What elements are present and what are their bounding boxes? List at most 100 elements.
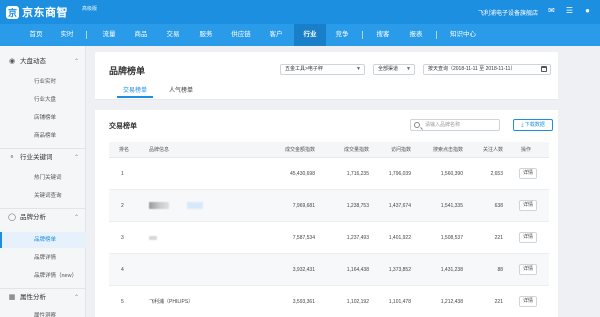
date-range-picker[interactable]: 按天查询（2018-11-11 至 2018-11-11） (423, 64, 551, 75)
detail-button[interactable]: 详情 (519, 264, 537, 275)
nav-item-search-customer[interactable]: 搜客 (366, 24, 400, 46)
col-search-clicks[interactable]: 搜索点击指数 (411, 142, 463, 158)
cell-followers: 221 (494, 299, 503, 305)
sidebar-item-store-ranking[interactable]: 店铺榜单 (0, 110, 86, 126)
cell-quantity: 1,238,753 (346, 203, 369, 209)
cell-amount: 3,593,361 (292, 299, 315, 305)
detail-button[interactable]: 详情 (519, 296, 537, 307)
cell-amount: 7,587,534 (292, 235, 315, 241)
nav-item-knowledge-center[interactable]: 知识中心 (440, 24, 486, 46)
category-select[interactable]: 五金工具>电子秤 ▼ (280, 64, 365, 75)
cell-rank: 3 (121, 235, 124, 241)
nav-divider (86, 31, 87, 39)
nav-item-supply-chain[interactable]: 供应链 (222, 24, 260, 46)
cell-visits: 1,437,674 (388, 203, 411, 209)
cell-visits: 1,101,478 (388, 299, 411, 305)
edition-badge: 高级版 (82, 6, 98, 12)
col-visits[interactable]: 访问指数 (369, 142, 411, 158)
sidebar-divider (0, 288, 86, 289)
cell-quantity: 1,164,438 (346, 267, 369, 273)
top-header: 京 京东商智 高级版 飞利浦电子设备旗舰店 ✉ ☰ ● (0, 0, 600, 24)
search-placeholder: 请输入品牌名称 (425, 122, 461, 128)
cell-amount: 7,969,681 (292, 203, 315, 209)
detail-button[interactable]: 详情 (519, 168, 537, 179)
nav-item-service[interactable]: 服务 (190, 24, 222, 46)
cell-rank: 4 (121, 267, 124, 273)
brand-name-redacted (187, 202, 203, 209)
col-brand: 品牌信息 (149, 147, 170, 153)
transaction-ranking-panel: 交易榜单 请输入品牌名称 ⤓ 下载数据 排名 品牌信息 成交金额指数 成交量指数… (95, 110, 558, 317)
sidebar-item-industry-realtime[interactable]: 行业实时 (0, 74, 86, 90)
tab-transaction-ranking[interactable]: 交易榜单 (117, 84, 153, 98)
sidebar-item-brand-detail[interactable]: 品牌详情 (0, 250, 86, 266)
sidebar-item-product-ranking[interactable]: 商品榜单 (0, 128, 86, 144)
sidebar-group-attribute[interactable]: ▦ 属性分析 ⌃ (8, 292, 79, 304)
nav-item-home[interactable]: 首页 (20, 24, 52, 46)
sidebar-item-brand-detail-new[interactable]: 品牌详情（new） (0, 268, 86, 284)
detail-button[interactable]: 详情 (519, 232, 537, 243)
sidebar-item-brand-ranking[interactable]: 品牌榜单 (0, 232, 86, 248)
brand-icon: ◯ (8, 214, 16, 221)
sidebar-group-market[interactable]: ◉ 大盘动态 ⌃ (8, 56, 79, 68)
nav-item-product[interactable]: 商品 (126, 24, 156, 46)
search-icon (414, 122, 420, 128)
nav-item-traffic[interactable]: 流量 (92, 24, 126, 46)
tab-popularity-ranking[interactable]: 人气榜单 (163, 84, 199, 98)
col-quantity[interactable]: 成交量指数 (315, 142, 369, 158)
download-label: 下载数据 (524, 122, 545, 128)
app-logo[interactable]: 京 京东商智 (6, 5, 68, 19)
sidebar-group-label: 大盘动态 (20, 58, 46, 65)
col-amount[interactable]: 成交金额指数 (249, 142, 315, 158)
download-data-button[interactable]: ⤓ 下载数据 (513, 119, 553, 131)
cell-amount: 45,430,698 (289, 171, 315, 177)
cell-followers: 88 (497, 267, 503, 273)
cell-amount: 3,932,431 (292, 267, 315, 273)
sidebar-item-attribute-insight[interactable]: 属性洞察 (0, 308, 86, 317)
sidebar-group-label: 属性分析 (20, 294, 46, 301)
notification-icon[interactable]: ✉ (547, 6, 556, 15)
chevron-up-icon: ⌃ (74, 295, 80, 301)
sidebar-divider (0, 148, 86, 149)
cell-search-clicks: 1,541,335 (440, 203, 463, 209)
page-title: 品牌榜单 (109, 66, 146, 76)
cell-followers: 638 (494, 203, 503, 209)
nav-item-customer[interactable]: 客户 (260, 24, 292, 46)
nav-item-competition[interactable]: 竞争 (326, 24, 358, 46)
table-header: 排名 品牌信息 成交金额指数 成交量指数 访问指数 搜索点击指数 关注人数 操作 (109, 142, 549, 158)
chevron-down-icon: ▼ (406, 66, 411, 72)
chevron-down-icon: ▼ (356, 66, 361, 72)
col-rank: 排名 (119, 147, 130, 153)
cell-search-clicks: 1,431,238 (440, 267, 463, 273)
shop-name[interactable]: 飞利浦电子设备旗舰店 (478, 8, 538, 17)
logo-icon: 京 (6, 5, 19, 19)
sidebar-group-label: 行业关键词 (20, 154, 53, 161)
brand-logo-redacted (149, 202, 169, 209)
attribute-icon: ▦ (8, 294, 16, 301)
table-row: 3 7,587,534 1,237,493 1,401,922 1,508,53… (109, 222, 549, 254)
nav-item-industry[interactable]: 行业 (294, 24, 326, 46)
nav-item-realtime[interactable]: 实时 (52, 24, 82, 46)
cell-quantity: 1,716,235 (346, 171, 369, 177)
user-icon[interactable]: ● (583, 6, 592, 15)
brand-search-input[interactable]: 请输入品牌名称 (410, 119, 500, 131)
channel-select[interactable]: 全部渠道 ▼ (373, 64, 415, 75)
cell-search-clicks: 1,560,390 (440, 171, 463, 177)
cell-visits: 1,373,852 (388, 267, 411, 273)
nav-item-transaction[interactable]: 交易 (156, 24, 190, 46)
calendar-icon (541, 66, 547, 72)
logo-text: 京东商智 (22, 7, 68, 19)
sidebar-item-industry-overview[interactable]: 行业大盘 (0, 92, 86, 108)
cell-search-clicks: 1,508,537 (440, 235, 463, 241)
sidebar-item-keyword-query[interactable]: 关键词查询 (0, 188, 86, 204)
sidebar-group-label: 品牌分析 (20, 214, 46, 221)
detail-button[interactable]: 详情 (519, 200, 537, 211)
col-followers[interactable]: 关注人数 (463, 142, 503, 158)
panel-title: 交易榜单 (109, 123, 137, 130)
sidebar-item-hot-keywords[interactable]: 热门关键词 (0, 170, 86, 186)
mail-icon[interactable]: ☰ (565, 6, 574, 15)
category-select-value: 五金工具>电子秤 (285, 66, 323, 72)
sidebar-group-keywords[interactable]: ⚬ 行业关键词 ⌃ (8, 152, 79, 164)
nav-item-report[interactable]: 报表 (400, 24, 432, 46)
sidebar-group-brand[interactable]: ◯ 品牌分析 ⌃ (8, 212, 79, 224)
cell-followers: 221 (494, 235, 503, 241)
